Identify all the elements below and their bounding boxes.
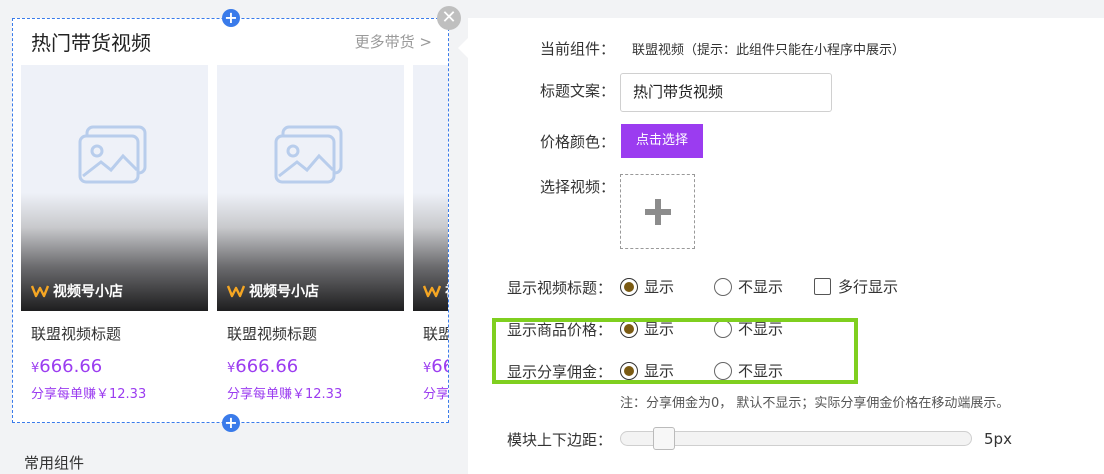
common-components-heading: 常用组件 bbox=[24, 454, 85, 472]
title-label: 标题文案： bbox=[540, 82, 616, 100]
settings-panel: 当前组件： 联盟视频（提示：此组件只能在小程序中展示） 标题文案： 热门带货视频… bbox=[468, 18, 1104, 474]
current-component-label: 当前组件： bbox=[540, 40, 616, 58]
checkbox[interactable] bbox=[814, 278, 831, 295]
select-video-button[interactable] bbox=[620, 174, 695, 249]
commission-note: 注：分享佣金为0， 默认不显示；实际分享佣金价格在移动端展示。 bbox=[620, 396, 1010, 411]
image-placeholder-icon bbox=[78, 125, 147, 184]
video-thumbnail: 视频号小店 bbox=[217, 65, 404, 311]
panel-pointer bbox=[458, 38, 468, 58]
more-link[interactable]: 更多带货 > bbox=[355, 31, 432, 52]
show-video-title-options: 显示 不显示 多行显示 bbox=[620, 276, 898, 297]
image-placeholder-icon bbox=[274, 125, 343, 184]
add-below-icon[interactable]: + bbox=[222, 414, 240, 432]
radio-button[interactable] bbox=[620, 277, 638, 296]
show-video-title-yes[interactable]: 显示 bbox=[620, 276, 714, 297]
preview-canvas: 热门带货视频 更多带货 > 视频号小店 联盟视频标题 ¥666.66 分享每单赚… bbox=[0, 0, 461, 474]
video-card-price: ¥666.66 bbox=[31, 356, 103, 377]
video-module-preview[interactable]: 热门带货视频 更多带货 > 视频号小店 联盟视频标题 ¥666.66 分享每单赚… bbox=[12, 18, 449, 423]
price-color-label: 价格颜色： bbox=[540, 133, 616, 151]
shop-badge: 视频号小店 bbox=[227, 281, 319, 301]
video-card-title: 联盟视频标题 bbox=[227, 325, 318, 343]
margin-value: 5px bbox=[984, 430, 1012, 448]
margin-label: 模块上下边距： bbox=[507, 431, 613, 449]
add-above-icon[interactable]: + bbox=[222, 9, 240, 27]
video-card-price: ¥666.66 bbox=[227, 356, 299, 377]
video-card[interactable]: 视频号小店 联盟视频标题 ¥666.66 分享每单赚￥12.33 bbox=[21, 65, 208, 418]
current-component-value: 联盟视频（提示：此组件只能在小程序中展示） bbox=[632, 43, 906, 58]
shop-badge: 视频号小店 bbox=[423, 281, 448, 301]
shop-badge-label: 视频号小店 bbox=[445, 281, 448, 301]
shop-badge: 视频号小店 bbox=[31, 281, 123, 301]
highlight-box bbox=[492, 318, 858, 384]
video-card-commission: 分享每单赚￥12.33 bbox=[31, 387, 147, 402]
video-thumbnail: 视频号小店 bbox=[21, 65, 208, 311]
video-card-commission: 分享每单赚￥12.33 bbox=[423, 387, 449, 402]
video-card[interactable]: 视频号小店 联盟视频标题 ¥666.66 分享每单赚￥12.33 bbox=[413, 65, 449, 418]
title-input[interactable]: 热门带货视频 bbox=[620, 73, 832, 112]
video-card-commission: 分享每单赚￥12.33 bbox=[227, 387, 343, 402]
shop-badge-label: 视频号小店 bbox=[249, 284, 319, 300]
video-card-title: 联盟视频标题 bbox=[31, 325, 122, 343]
select-video-label: 选择视频： bbox=[540, 178, 616, 196]
module-title: 热门带货视频 bbox=[31, 31, 151, 55]
video-card[interactable]: 视频号小店 联盟视频标题 ¥666.66 分享每单赚￥12.33 bbox=[217, 65, 404, 418]
radio-button[interactable] bbox=[714, 277, 732, 296]
video-thumbnail: 视频号小店 bbox=[413, 65, 448, 311]
multiline-checkbox[interactable]: 多行显示 bbox=[814, 276, 898, 297]
margin-slider-thumb[interactable] bbox=[653, 427, 675, 450]
video-card-title: 联盟视频标题 bbox=[423, 325, 448, 343]
shop-logo-icon bbox=[227, 285, 245, 298]
close-icon[interactable]: ✕ bbox=[437, 6, 461, 30]
shop-logo-icon bbox=[423, 285, 441, 298]
shop-logo-icon bbox=[31, 285, 49, 298]
show-video-title-no[interactable]: 不显示 bbox=[714, 276, 814, 297]
price-color-button[interactable]: 点击选择 bbox=[621, 124, 703, 158]
shop-badge-label: 视频号小店 bbox=[53, 284, 123, 300]
plus-icon bbox=[644, 198, 671, 225]
show-video-title-label: 显示视频标题： bbox=[507, 279, 613, 297]
video-card-price: ¥666.66 bbox=[423, 356, 448, 377]
